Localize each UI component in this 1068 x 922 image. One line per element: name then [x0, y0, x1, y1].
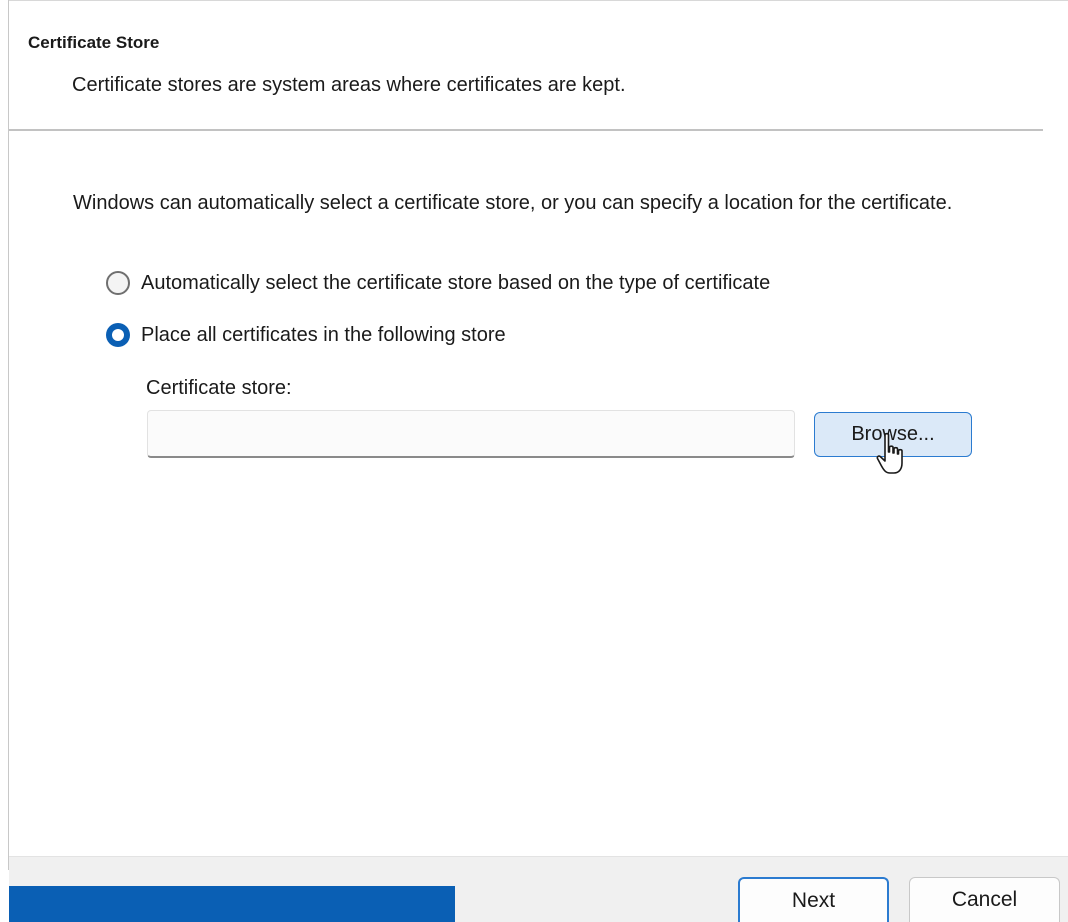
next-button[interactable]: Next	[738, 877, 889, 922]
page-subtitle: Certificate stores are system areas wher…	[72, 74, 626, 96]
place-in-store-radio[interactable]	[106, 323, 130, 347]
place-in-store-label[interactable]: Place all certificates in the following …	[141, 324, 506, 347]
auto-select-label[interactable]: Automatically select the certificate sto…	[141, 272, 770, 295]
header-divider	[9, 129, 1043, 131]
certificate-import-wizard-page: Certificate Store Certificate stores are…	[0, 0, 1068, 922]
auto-select-radio[interactable]	[106, 271, 130, 295]
taskbar-strip	[9, 886, 455, 922]
place-in-store-option[interactable]: Place all certificates in the following …	[106, 323, 506, 347]
browse-button[interactable]: Browse...	[814, 412, 972, 457]
certificate-store-label: Certificate store:	[146, 377, 292, 399]
page-title: Certificate Store	[28, 33, 160, 52]
cancel-button[interactable]: Cancel	[909, 877, 1060, 922]
auto-select-store-option[interactable]: Automatically select the certificate sto…	[106, 271, 770, 295]
certificate-store-input[interactable]	[147, 410, 795, 458]
wizard-header: Certificate Store Certificate stores are…	[9, 1, 1068, 129]
intro-text: Windows can automatically select a certi…	[73, 192, 953, 214]
